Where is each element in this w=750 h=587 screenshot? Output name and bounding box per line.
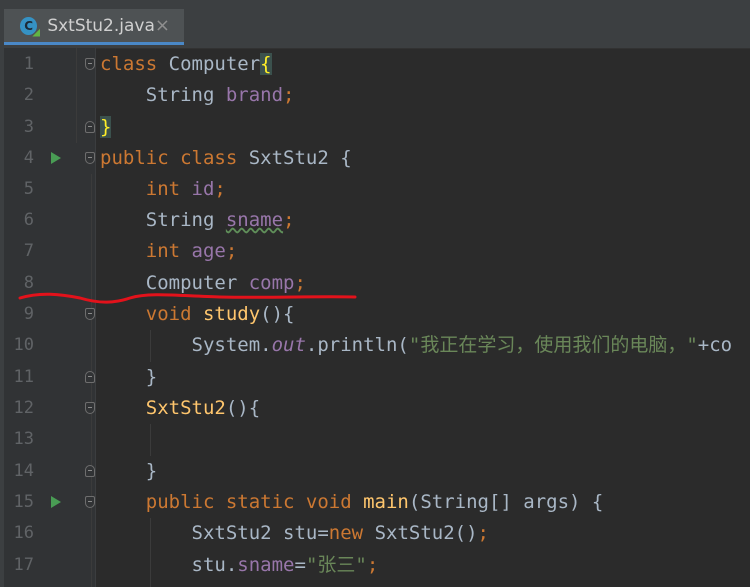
red-underline-annotation [18,292,357,304]
